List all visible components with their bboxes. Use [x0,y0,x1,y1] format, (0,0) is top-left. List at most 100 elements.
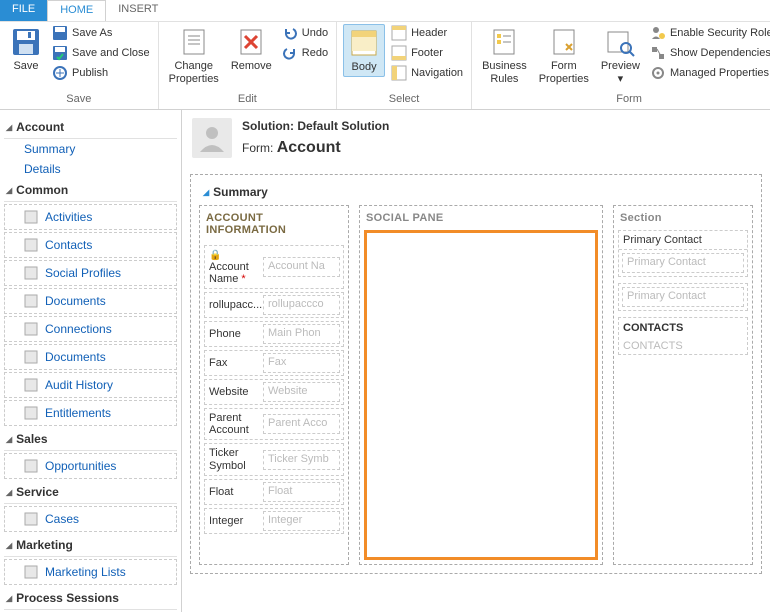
dependencies-icon [650,45,666,61]
sidebar-section-sales[interactable]: Sales [4,428,177,451]
sidebar-item[interactable]: Audit History [4,372,177,398]
sidebar-item-details[interactable]: Details [4,159,177,179]
sidebar-item[interactable]: Entitlements [4,400,177,426]
sidebar-section-account[interactable]: Account [4,116,177,139]
preview-button[interactable]: Preview▾ [597,24,644,87]
form-field[interactable]: Ticker SymbolTicker Symb [204,443,344,475]
field-label: Parent Account [205,409,263,439]
security-icon [650,25,666,41]
form-properties-button[interactable]: Form Properties [535,24,593,87]
form-field[interactable]: FaxFax [204,350,344,376]
business-rules-button[interactable]: Business Rules [478,24,531,87]
publish-button[interactable]: Publish [50,64,152,82]
field-label: rollupacc... [205,296,263,314]
tab-summary[interactable]: Summary [199,183,753,201]
redo-icon [282,45,298,61]
field-input[interactable]: Fax [263,353,340,373]
tab-insert[interactable]: INSERT [106,0,170,21]
publish-icon [52,65,68,81]
sidebar-item[interactable]: Documents [4,288,177,314]
field-label: Ticker Symbol [205,444,263,474]
save-close-icon [52,45,68,61]
sidebar-section-common[interactable]: Common [4,179,177,202]
show-dependencies-button[interactable]: Show Dependencies [648,44,770,62]
entity-icon [23,564,39,580]
entity-icon [23,293,39,309]
field-input[interactable]: Main Phon [263,324,340,344]
entity-icon [23,265,39,281]
contacts-subgrid[interactable]: CONTACTS [619,338,747,354]
tab-file[interactable]: FILE [0,0,47,21]
sidebar-section-process[interactable]: Process Sessions [4,587,177,610]
section-social-pane[interactable]: SOCIAL PANE [359,205,603,565]
preview-icon [604,26,636,58]
sidebar-item[interactable]: Cases [4,506,177,532]
enable-security-roles-button[interactable]: Enable Security Roles [648,24,770,42]
form-label: Form: Account [242,139,389,157]
gear-icon [650,65,666,81]
remove-icon [235,26,267,58]
field-input[interactable]: Ticker Symb [263,450,340,470]
field-input[interactable]: Parent Acco [263,414,340,434]
field-label: 🔒Account Name * [205,246,263,288]
entity-icon [23,349,39,365]
form-field[interactable]: FloatFloat [204,479,344,505]
section-right[interactable]: Section Primary Contact Primary Contact … [613,205,753,565]
form-field[interactable]: 🔒Account Name *Account Na [204,245,344,289]
sidebar-section-service[interactable]: Service [4,481,177,504]
body-icon [348,27,380,59]
undo-button[interactable]: Undo [280,24,330,42]
field-primary-contact[interactable]: Primary Contact [622,253,744,273]
sidebar-item[interactable]: Documents [4,344,177,370]
social-pane-placeholder[interactable] [364,230,598,560]
avatar [192,118,232,158]
undo-icon [282,25,298,41]
field-input[interactable]: rollupaccco [263,295,340,315]
entity-icon [23,405,39,421]
form-field[interactable]: PhoneMain Phon [204,321,344,347]
entity-icon [23,237,39,253]
redo-button[interactable]: Redo [280,44,330,62]
form-canvas[interactable]: Summary ACCOUNT INFORMATION 🔒Account Nam… [190,174,762,574]
sidebar-item[interactable]: Opportunities [4,453,177,479]
header-button[interactable]: Header [389,24,465,42]
field-primary-contact-label: Primary Contact [619,231,747,250]
tab-home[interactable]: HOME [47,0,106,21]
remove-button[interactable]: Remove [227,24,276,75]
form-field[interactable]: IntegerInteger [204,508,344,534]
managed-properties-button[interactable]: Managed Properties [648,64,770,82]
sidebar-item-summary[interactable]: Summary [4,139,177,159]
save-button[interactable]: Save [6,24,46,75]
save-and-close-button[interactable]: Save and Close [50,44,152,62]
entity-icon [23,377,39,393]
form-field[interactable]: WebsiteWebsite [204,379,344,405]
field-label: Phone [205,325,263,343]
field-input[interactable]: Website [263,382,340,402]
entity-icon [23,209,39,225]
sidebar: Account Summary Details Common Activitie… [0,110,182,612]
save-as-button[interactable]: Save As [50,24,152,42]
field-input[interactable]: Integer [263,511,340,531]
form-field[interactable]: Parent AccountParent Acco [204,408,344,440]
field-primary-contact-2[interactable]: Primary Contact [622,287,744,307]
sidebar-item[interactable]: Marketing Lists [4,559,177,585]
field-label: Fax [205,354,263,372]
group-label-form: Form [478,93,770,107]
sidebar-item[interactable]: Contacts [4,232,177,258]
sidebar-item[interactable]: Activities [4,204,177,230]
field-input[interactable]: Float [263,482,340,502]
entity-icon [23,458,39,474]
sidebar-section-marketing[interactable]: Marketing [4,534,177,557]
change-properties-button[interactable]: Change Properties [165,24,223,87]
section-account-information[interactable]: ACCOUNT INFORMATION 🔒Account Name *Accou… [199,205,349,565]
business-rules-icon [488,26,520,58]
form-field[interactable]: rollupacc...rollupaccco [204,292,344,318]
solution-label: Solution: Default Solution [242,119,389,133]
group-label-edit: Edit [165,93,330,107]
sidebar-item[interactable]: Social Profiles [4,260,177,286]
footer-button[interactable]: Footer [389,44,465,62]
field-input[interactable]: Account Na [263,257,340,277]
body-button[interactable]: Body [343,24,385,77]
navigation-button[interactable]: Navigation [389,64,465,82]
sidebar-item[interactable]: Connections [4,316,177,342]
